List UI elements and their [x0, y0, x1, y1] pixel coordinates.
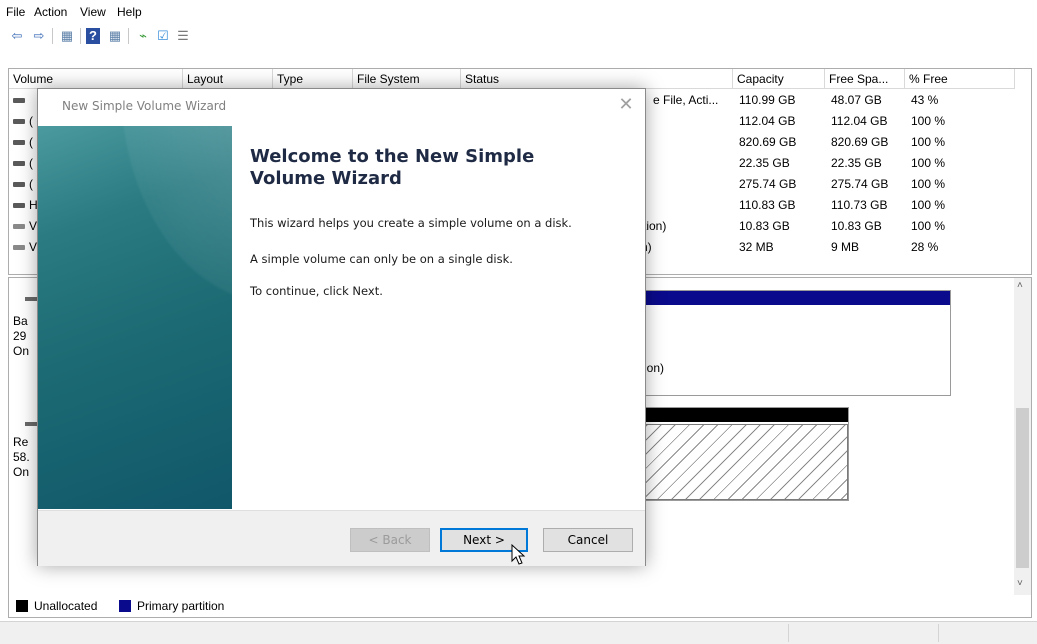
- scroll-down-icon[interactable]: ˅: [1017, 578, 1023, 589]
- dialog-title: New Simple Volume Wizard: [62, 99, 227, 113]
- disk0-size: 29: [13, 329, 27, 343]
- cancel-button[interactable]: Cancel: [543, 528, 633, 552]
- toolbar: ⇦ ⇨ ▦ ? ▦ ⌁ ☑ ☰: [0, 24, 1037, 64]
- menu-file[interactable]: File: [6, 5, 25, 19]
- drive-icon: [13, 203, 25, 208]
- drive-icon: [13, 140, 25, 145]
- drive-icon: [13, 119, 25, 124]
- drive-icon: [13, 224, 25, 229]
- disk1-size: 58.: [13, 450, 30, 464]
- new-simple-volume-wizard: New Simple Volume Wizard ✕ Welcome to th…: [37, 88, 646, 566]
- drive-icon: [13, 161, 25, 166]
- primary-swatch: [119, 600, 131, 612]
- column-capacity[interactable]: Capacity: [733, 69, 825, 89]
- back-arrow-icon[interactable]: ⇦: [8, 28, 26, 44]
- status-separator: [788, 624, 789, 642]
- menu-view[interactable]: View: [80, 5, 106, 19]
- check-icon[interactable]: ☑: [154, 28, 172, 44]
- vertical-scrollbar[interactable]: ˄ ˅: [1014, 278, 1031, 595]
- disk1-label: Re: [13, 435, 29, 449]
- legend-primary: Primary partition: [137, 599, 225, 613]
- drive-icon: [13, 182, 25, 187]
- wizard-text-1: This wizard helps you create a simple vo…: [250, 216, 572, 230]
- heading-line-2: Volume Wizard: [250, 168, 402, 189]
- disk1-status: On: [13, 465, 30, 479]
- wizard-text-3: To continue, click Next.: [250, 284, 383, 298]
- column-status[interactable]: Status: [461, 69, 733, 89]
- disk0-label: Ba: [13, 314, 28, 328]
- connect-icon[interactable]: ⌁: [134, 28, 152, 44]
- drive-icon: [13, 245, 25, 250]
- dialog-titlebar[interactable]: New Simple Volume Wizard ✕: [38, 89, 645, 121]
- properties-icon[interactable]: ☰: [174, 28, 192, 44]
- toolbar-separator: [80, 28, 81, 44]
- heading-line-1: Welcome to the New Simple: [250, 146, 535, 167]
- status-separator: [938, 624, 939, 642]
- column-layout[interactable]: Layout: [183, 69, 273, 89]
- scroll-up-icon[interactable]: ˄: [1017, 280, 1023, 291]
- scroll-thumb[interactable]: [1016, 408, 1029, 568]
- banner-curve: [38, 126, 232, 509]
- disk0-status: On: [13, 344, 30, 358]
- toolbar-separator: [52, 28, 53, 44]
- dialog-footer: < Back Next > Cancel: [38, 510, 645, 566]
- back-button[interactable]: < Back: [350, 528, 430, 552]
- console-tree-icon[interactable]: ▦: [58, 28, 76, 44]
- wizard-banner-image: [38, 126, 232, 509]
- wizard-text-2: A simple volume can only be on a single …: [250, 252, 513, 266]
- legend: Unallocated Primary partition: [8, 595, 1032, 618]
- toolbar-separator: [128, 28, 129, 44]
- action-pane-icon[interactable]: ▦: [106, 28, 124, 44]
- column-free-space[interactable]: Free Spa...: [825, 69, 905, 89]
- column-percent-free[interactable]: % Free: [905, 69, 1015, 89]
- menu-bar: File Action View Help: [0, 0, 1037, 24]
- forward-arrow-icon[interactable]: ⇨: [30, 28, 48, 44]
- menu-help[interactable]: Help: [117, 5, 142, 19]
- mouse-cursor-icon: [511, 544, 526, 565]
- help-icon[interactable]: ?: [86, 28, 100, 44]
- wizard-heading: Welcome to the New Simple Volume Wizard: [250, 146, 610, 190]
- drive-icon: [13, 98, 25, 103]
- close-icon[interactable]: ✕: [615, 95, 637, 115]
- column-type[interactable]: Type: [273, 69, 353, 89]
- status-bar: [0, 621, 1037, 644]
- legend-unallocated: Unallocated: [34, 599, 98, 613]
- unallocated-swatch: [16, 600, 28, 612]
- column-volume[interactable]: Volume: [9, 69, 183, 89]
- menu-action[interactable]: Action: [34, 5, 67, 19]
- column-file-system[interactable]: File System: [353, 69, 461, 89]
